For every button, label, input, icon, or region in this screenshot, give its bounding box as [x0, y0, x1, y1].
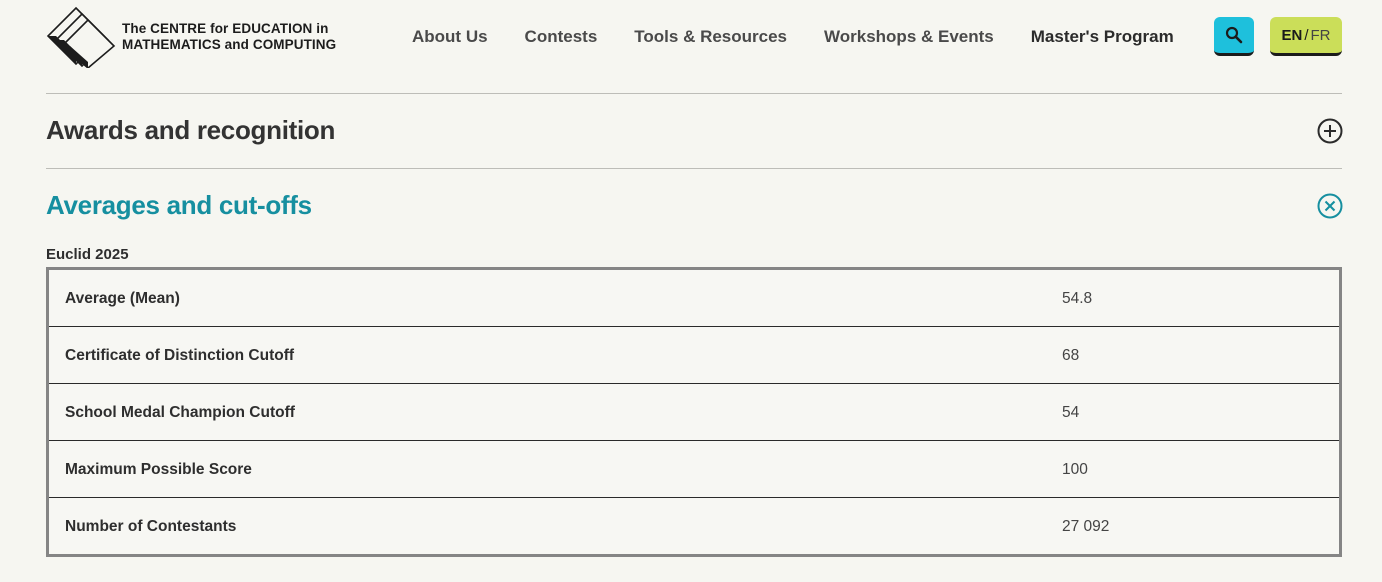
row-value: 54	[1062, 404, 1080, 421]
logo-line-2: MATHEMATICS and COMPUTING	[122, 37, 337, 52]
divider	[46, 168, 1342, 169]
plus-circle-icon[interactable]	[1317, 118, 1343, 144]
main-nav: About Us Contests Tools & Resources Work…	[412, 24, 1211, 50]
table-row: Number of Contestants 27 092	[49, 498, 1339, 555]
accordion-averages-title[interactable]: Averages and cut-offs	[46, 190, 312, 221]
language-toggle[interactable]: EN / FR	[1270, 17, 1342, 56]
divider	[46, 93, 1342, 94]
row-label: School Medal Champion Cutoff	[65, 404, 295, 421]
logo-line-1: The CENTRE for EDUCATION in	[122, 21, 329, 36]
table-row: Maximum Possible Score 100	[49, 441, 1339, 498]
nav-masters-program[interactable]: Master's Program	[1031, 24, 1174, 50]
lang-separator: /	[1304, 26, 1309, 44]
row-value: 100	[1062, 461, 1088, 478]
cemc-logo-icon	[46, 6, 116, 68]
nav-about-us[interactable]: About Us	[412, 24, 488, 50]
table-row: Average (Mean) 54.8	[49, 270, 1339, 327]
lang-fr[interactable]: FR	[1311, 27, 1331, 44]
table-row: School Medal Champion Cutoff 54	[49, 384, 1339, 441]
nav-workshops-events[interactable]: Workshops & Events	[824, 24, 994, 50]
stats-table: Average (Mean) 54.8 Certificate of Disti…	[46, 267, 1342, 557]
nav-tools-resources[interactable]: Tools & Resources	[634, 24, 787, 50]
nav-contests[interactable]: Contests	[525, 24, 598, 50]
close-circle-icon[interactable]	[1317, 193, 1343, 219]
cemc-logo[interactable]: The CENTRE for EDUCATION in MATHEMATICS …	[46, 6, 356, 68]
search-icon	[1225, 26, 1243, 44]
row-value: 27 092	[1062, 518, 1110, 535]
accordion-awards-title[interactable]: Awards and recognition	[46, 115, 335, 146]
search-button[interactable]	[1214, 17, 1254, 56]
row-label: Certificate of Distinction Cutoff	[65, 347, 295, 364]
row-label: Maximum Possible Score	[65, 461, 252, 478]
table-row: Certificate of Distinction Cutoff 68	[49, 327, 1339, 384]
lang-en[interactable]: EN	[1281, 27, 1302, 44]
site-header: The CENTRE for EDUCATION in MATHEMATICS …	[0, 0, 1382, 80]
table-caption: Euclid 2025	[46, 246, 129, 263]
row-label: Average (Mean)	[65, 290, 180, 307]
row-label: Number of Contestants	[65, 518, 237, 535]
row-value: 54.8	[1062, 290, 1093, 307]
row-value: 68	[1062, 347, 1080, 364]
